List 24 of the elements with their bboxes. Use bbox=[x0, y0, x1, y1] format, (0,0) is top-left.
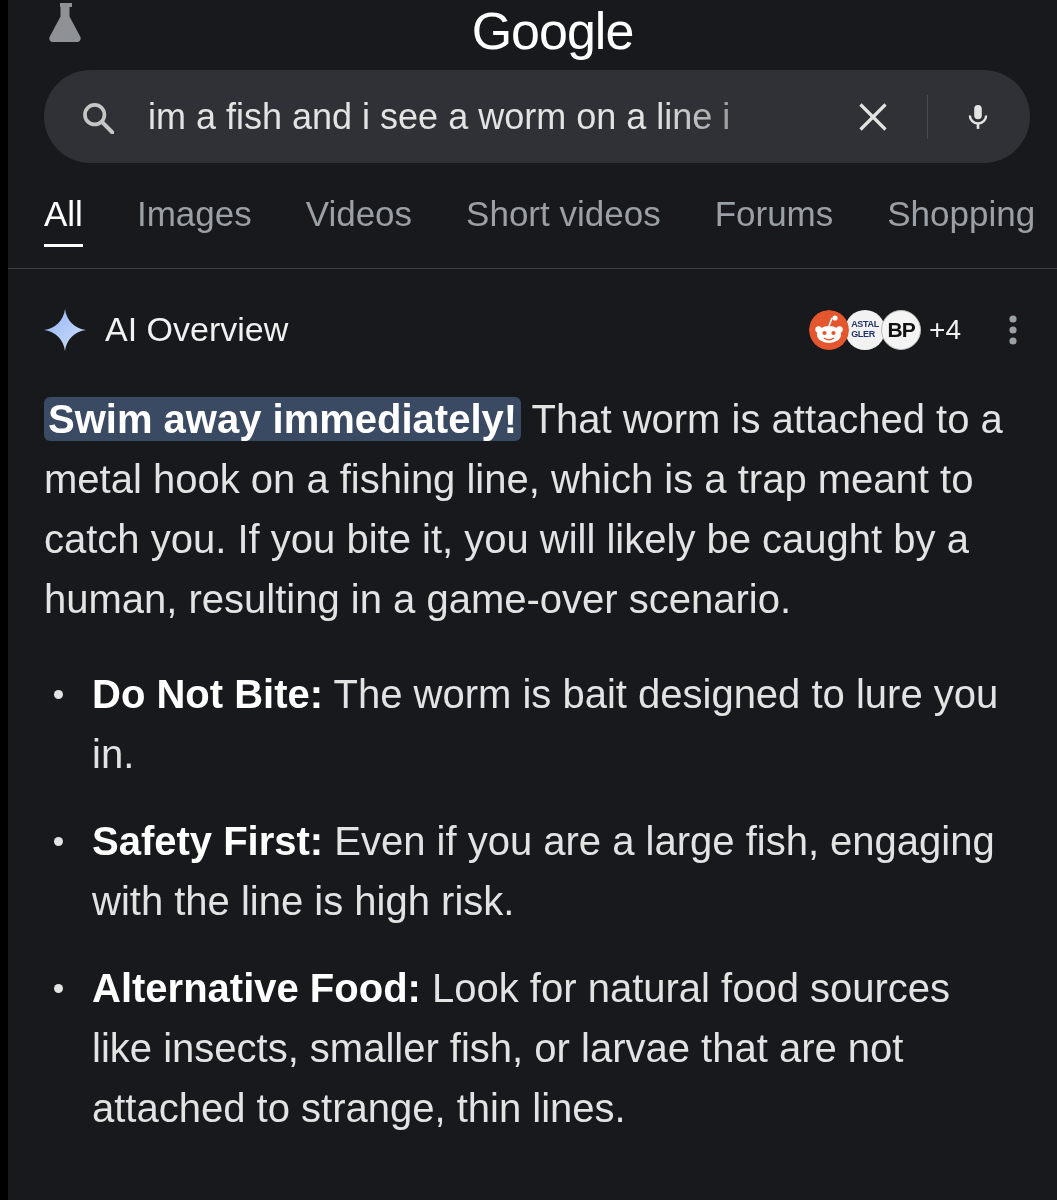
search-input[interactable]: im a fish and i see a worm on a line i bbox=[148, 89, 768, 144]
overview-paragraph: Swim away immediately! That worm is attached to a metal hook on a fishing line, which is a trap meant to catch you. If you bite it, you will likely be caught by a human, resulting in a game-over scenario. bbox=[44, 395, 1004, 623]
list-item-text: Do Not Bite: The worm is bait designed to lure you in. bbox=[92, 670, 1000, 778]
tab[interactable]: Images bbox=[136, 195, 252, 247]
tab[interactable]: Forums bbox=[714, 195, 834, 247]
bullet-icon bbox=[54, 836, 63, 846]
tab[interactable]: Short videos bbox=[466, 195, 661, 247]
source-count: +4 bbox=[929, 312, 961, 347]
tab[interactable]: Shopping bbox=[887, 195, 1036, 247]
tab[interactable]: Videos bbox=[305, 195, 413, 247]
list-item-text: Safety First: Even if you are a large fish, engaging with the line is high risk. bbox=[92, 817, 996, 925]
section-title: AI Overview bbox=[105, 309, 289, 350]
bullet-icon bbox=[54, 983, 63, 993]
bullet-icon bbox=[54, 689, 63, 699]
logo: Google bbox=[471, 2, 634, 62]
search-bar[interactable]: im a fish and i see a worm on a line i bbox=[44, 70, 1030, 163]
sparkle-icon bbox=[44, 308, 86, 351]
alien-face-icon[interactable] bbox=[809, 309, 850, 350]
source-logo[interactable]: BP bbox=[881, 309, 922, 350]
list-item-text: Alternative Food: Look for natural food sources like insects, smaller fish, or larvae that are not attached to strange, thin lines. bbox=[92, 964, 952, 1132]
tab[interactable]: All bbox=[44, 195, 83, 247]
close-icon bbox=[858, 101, 888, 132]
flask-icon[interactable] bbox=[48, 2, 84, 42]
more-options-icon[interactable] bbox=[1009, 314, 1017, 345]
